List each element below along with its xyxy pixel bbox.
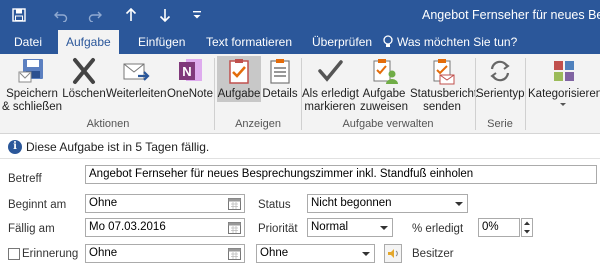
window-title: Angebot Fernseher für neues Bespre <box>422 8 600 22</box>
details-button[interactable]: Details <box>261 56 299 101</box>
status-label: Status <box>258 199 291 211</box>
task-icon <box>229 59 249 84</box>
info-icon: i <box>8 140 22 154</box>
tab-text-formatieren[interactable]: Text formatieren <box>204 30 294 54</box>
chevron-down-icon <box>455 202 463 206</box>
reminder-time-value: Ohne <box>260 247 289 259</box>
assign-task-label: Aufgabe zuweisen <box>360 88 408 113</box>
save-close-label: Speichern & schließen <box>2 88 63 113</box>
task-form: Betreff Angebot Fernseher für neues Besp… <box>0 160 600 270</box>
save-icon[interactable] <box>8 4 30 26</box>
categorize-label: Kategorisieren <box>528 88 600 100</box>
priority-value: Normal <box>311 221 349 233</box>
save-close-button[interactable]: Speichern & schließen <box>2 56 62 114</box>
reminder-label: Erinnerung <box>22 248 79 260</box>
calendar-icon[interactable] <box>228 197 241 210</box>
start-date-label: Beginnt am <box>8 199 67 211</box>
subject-input[interactable]: Angebot Fernseher für neues Besprechungs… <box>85 165 597 184</box>
group-label-aktionen: Aktionen <box>86 118 130 130</box>
checkmark-icon <box>318 60 343 82</box>
group-separator <box>214 58 215 130</box>
due-date-label: Fällig am <box>8 223 55 235</box>
calendar-icon[interactable] <box>228 247 241 260</box>
show-task-label: Aufgabe <box>217 88 261 100</box>
priority-select[interactable]: Normal <box>307 218 393 237</box>
recurrence-icon <box>490 60 510 82</box>
series-type-button[interactable]: Serientyp <box>476 56 525 101</box>
arrow-down-icon[interactable] <box>154 4 176 26</box>
onenote-button[interactable]: N OneNote <box>166 56 214 101</box>
owner-label: Besitzer <box>412 248 454 260</box>
undo-icon[interactable] <box>50 4 72 26</box>
send-status-report-button[interactable]: Statusbericht senden <box>410 56 478 114</box>
group-label-verwalten: Aufgabe verwalten <box>342 118 434 130</box>
percent-complete-input[interactable]: 0% <box>478 218 520 237</box>
categorize-icon <box>554 61 574 81</box>
status-report-icon <box>433 59 455 85</box>
ribbon: Speichern & schließen Löschen Weiterleit… <box>0 54 600 134</box>
title-bar: Angebot Fernseher für neues Bespre <box>0 0 600 30</box>
reminder-date-field[interactable]: Ohne <box>85 244 245 263</box>
details-label: Details <box>262 88 298 100</box>
reminder-date-value: Ohne <box>89 247 118 259</box>
group-label-anzeigen: Anzeigen <box>235 118 281 130</box>
details-icon <box>270 59 290 84</box>
status-select[interactable]: Nicht begonnen <box>307 194 468 213</box>
assign-task-icon <box>373 59 398 84</box>
delete-button[interactable]: Löschen <box>62 56 106 101</box>
subject-label: Betreff <box>8 173 42 185</box>
save-close-icon <box>18 59 43 83</box>
due-date-field[interactable]: Mo 07.03.2016 <box>85 218 245 237</box>
speaker-icon <box>388 249 398 258</box>
delete-icon <box>73 58 95 84</box>
arrow-up-icon[interactable] <box>120 4 142 26</box>
mark-complete-button[interactable]: Als erledigt markieren <box>302 56 359 114</box>
percent-complete-label: % erledigt <box>412 223 464 235</box>
tab-datei[interactable]: Datei <box>12 30 44 54</box>
forward-label: Weiterleiten <box>106 88 167 100</box>
calendar-icon[interactable] <box>228 221 241 234</box>
forward-button[interactable]: Weiterleiten <box>106 56 167 101</box>
reminder-sound-button[interactable] <box>384 244 402 263</box>
chevron-down-icon <box>380 226 388 230</box>
tell-me-box[interactable]: Was möchten Sie tun? <box>383 30 517 54</box>
tab-aufgabe[interactable]: Aufgabe <box>58 30 119 54</box>
mark-complete-label: Als erledigt markieren <box>302 88 359 113</box>
ribbon-tabs: Datei Aufgabe Einfügen Text formatieren … <box>0 30 600 54</box>
info-text: Diese Aufgabe ist in 5 Tagen fällig. <box>26 140 210 154</box>
tab-einfuegen[interactable]: Einfügen <box>136 30 187 54</box>
tell-me-text: Was möchten Sie tun? <box>397 35 518 49</box>
categorize-button[interactable]: Kategorisieren <box>526 56 600 106</box>
show-task-button[interactable]: Aufgabe <box>217 56 261 102</box>
reminder-checkbox[interactable] <box>8 248 20 260</box>
forward-icon <box>123 63 150 81</box>
lightbulb-icon <box>383 30 393 54</box>
customize-qat-icon[interactable] <box>186 4 208 26</box>
start-date-field[interactable]: Ohne <box>85 194 245 213</box>
assign-task-button[interactable]: Aufgabe zuweisen <box>358 56 410 114</box>
tab-ueberpruefen[interactable]: Überprüfen <box>310 30 374 54</box>
onenote-label: OneNote <box>166 88 214 100</box>
redo-icon[interactable] <box>84 4 106 26</box>
due-date-value: Mo 07.03.2016 <box>89 221 166 233</box>
percent-spinner[interactable] <box>521 218 533 237</box>
delete-label: Löschen <box>62 88 106 100</box>
group-label-serie: Serie <box>487 118 513 130</box>
priority-label: Priorität <box>258 223 298 235</box>
status-value: Nicht begonnen <box>311 197 392 209</box>
series-type-label: Serientyp <box>476 88 525 100</box>
svg-text:N: N <box>182 64 191 79</box>
chevron-down-icon <box>362 252 370 256</box>
onenote-icon: N <box>179 59 202 81</box>
start-date-value: Ohne <box>89 197 118 209</box>
chevron-down-icon <box>560 103 566 106</box>
info-bar: i Diese Aufgabe ist in 5 Tagen fällig. <box>0 135 600 159</box>
reminder-time-select[interactable]: Ohne <box>256 244 375 263</box>
send-status-report-label: Statusbericht senden <box>410 88 478 113</box>
